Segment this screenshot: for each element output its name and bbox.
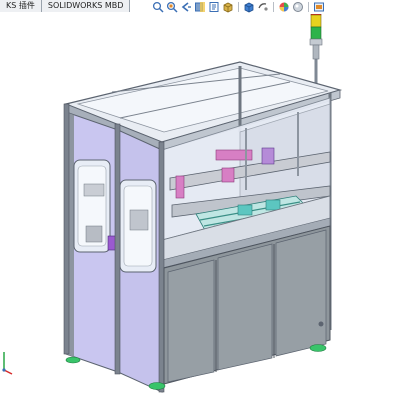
zoom-to-area-icon[interactable]	[166, 1, 178, 13]
section-view-icon[interactable]	[194, 1, 206, 13]
edit-appearance-icon[interactable]	[278, 1, 290, 13]
command-manager-tabs: KS 插件 SOLIDWORKS MBD	[0, 0, 131, 12]
stack-light-tower[interactable]	[309, 14, 323, 92]
toolbar-separator	[308, 2, 309, 12]
tab-solidworks-mbd[interactable]: SOLIDWORKS MBD	[41, 0, 131, 12]
toolbar-separator	[273, 2, 274, 12]
graphics-area[interactable]	[0, 14, 400, 400]
machine-assembly-model[interactable]	[0, 14, 400, 400]
tab-ks-plugin[interactable]: KS 插件	[0, 0, 42, 12]
display-style-icon[interactable]	[243, 1, 255, 13]
left-side-panel[interactable]	[65, 111, 119, 373]
heads-up-view-toolbar	[152, 0, 325, 14]
dynamic-annotation-icon[interactable]	[208, 1, 220, 13]
view-settings-icon[interactable]	[313, 1, 325, 13]
view-orientation-icon[interactable]	[222, 1, 234, 13]
front-side-panel[interactable]	[117, 129, 163, 393]
toolbar-separator	[238, 2, 239, 12]
apply-scene-icon[interactable]	[292, 1, 304, 13]
view-triad	[0, 348, 14, 378]
previous-view-icon[interactable]	[180, 1, 192, 13]
hide-show-items-icon[interactable]	[257, 1, 269, 13]
zoom-to-fit-icon[interactable]	[152, 1, 164, 13]
